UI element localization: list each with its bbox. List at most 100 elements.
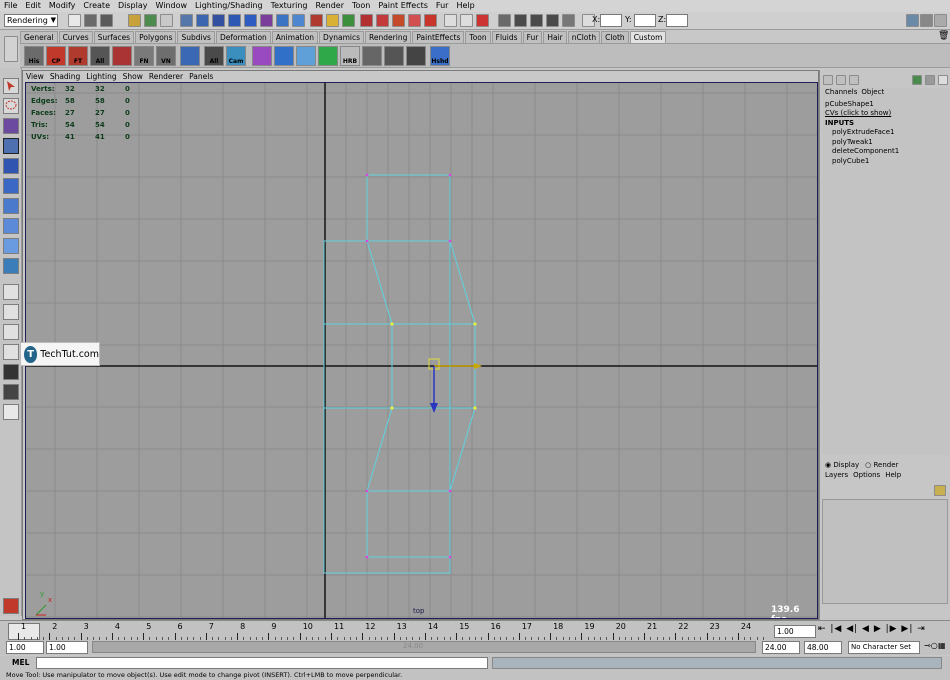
menu-set-dropdown[interactable]: Rendering ▼ xyxy=(4,14,58,27)
menu-help[interactable]: Help xyxy=(452,0,478,12)
input-icon[interactable] xyxy=(444,14,457,27)
shelf-tab-fluids[interactable]: Fluids xyxy=(491,31,522,43)
show-tool-settings-icon[interactable] xyxy=(920,14,933,27)
layer-menu-options[interactable]: Options xyxy=(853,471,880,481)
channel-box-layout-icon-1[interactable] xyxy=(823,75,833,85)
shelf-button-12[interactable] xyxy=(296,46,316,66)
shelf-button-13[interactable] xyxy=(318,46,338,66)
render-current-icon[interactable] xyxy=(514,14,527,27)
menu-edit[interactable]: Edit xyxy=(21,0,45,12)
shelf-tab-dynamics[interactable]: Dynamics xyxy=(319,31,365,43)
trash-icon[interactable]: 🗑 xyxy=(938,31,949,41)
playback-end-field[interactable]: 24.00 xyxy=(762,641,800,654)
current-frame-field[interactable]: 1.00 xyxy=(774,625,816,638)
layer-menu-layers[interactable]: Layers xyxy=(825,471,848,481)
hypershade-icon[interactable] xyxy=(424,14,437,27)
panel-menu-lighting[interactable]: Lighting xyxy=(83,72,119,81)
shelf-menu-icon[interactable] xyxy=(4,36,18,62)
input-node[interactable]: polyCube1 xyxy=(822,157,949,167)
menu-texturing[interactable]: Texturing xyxy=(267,0,312,12)
open-scene-icon[interactable] xyxy=(84,14,97,27)
custom-layout-icon[interactable] xyxy=(3,384,19,400)
input-node[interactable]: polyTweak1 xyxy=(822,138,949,148)
z-field[interactable] xyxy=(666,14,688,27)
shelf-tab-custom[interactable]: Custom xyxy=(629,31,667,43)
mel-input[interactable] xyxy=(36,657,488,669)
history-icon[interactable] xyxy=(360,14,373,27)
last-tool-icon[interactable] xyxy=(3,258,19,274)
select-hierarchy-icon[interactable] xyxy=(128,14,141,27)
shelf-button-2[interactable]: FT xyxy=(68,46,88,66)
shelf-tab-painteffects[interactable]: PaintEffects xyxy=(412,31,465,43)
tool-settings-icon[interactable] xyxy=(938,75,948,85)
select-component-icon[interactable] xyxy=(160,14,173,27)
render-icon[interactable] xyxy=(376,14,389,27)
shelf-tab-curves[interactable]: Curves xyxy=(58,31,93,43)
snap-grid-icon[interactable] xyxy=(310,14,323,27)
show-channel-box-icon[interactable] xyxy=(934,14,947,27)
mask-icon-5[interactable] xyxy=(244,14,257,27)
menu-render[interactable]: Render xyxy=(312,0,348,12)
shelf-tab-general[interactable]: General xyxy=(20,31,58,43)
shelf-button-3[interactable]: All xyxy=(90,46,110,66)
shelf-button-15[interactable] xyxy=(362,46,382,66)
soft-mod-icon[interactable] xyxy=(3,218,19,234)
input-node[interactable]: deleteComponent1 xyxy=(822,147,949,157)
mask-icon-3[interactable] xyxy=(212,14,225,27)
render-settings-icon[interactable] xyxy=(546,14,559,27)
shelf-tab-toon[interactable]: Toon xyxy=(465,31,491,43)
shelf-button-17[interactable] xyxy=(406,46,426,66)
move-tool-icon[interactable] xyxy=(3,138,19,154)
render-view-icon[interactable] xyxy=(498,14,511,27)
shelf-tab-animation[interactable]: Animation xyxy=(271,31,319,43)
shelf-tab-subdivs[interactable]: Subdivs xyxy=(177,31,215,43)
mask-icon-7[interactable] xyxy=(276,14,289,27)
snap-curve-icon[interactable] xyxy=(326,14,339,27)
persp-outliner-layout-icon[interactable] xyxy=(3,324,19,340)
menu-fur[interactable]: Fur xyxy=(432,0,453,12)
panel-menu-view[interactable]: View xyxy=(23,72,47,81)
four-view-layout-icon[interactable] xyxy=(3,304,19,320)
panel-menu-panels[interactable]: Panels xyxy=(186,72,216,81)
y-field[interactable] xyxy=(634,14,656,27)
output-icon[interactable] xyxy=(460,14,473,27)
shelf-button-11[interactable] xyxy=(274,46,294,66)
panel-menu-show[interactable]: Show xyxy=(120,72,146,81)
menu-toon[interactable]: Toon xyxy=(348,0,374,12)
scale-tool-icon[interactable] xyxy=(3,178,19,194)
shelf-button-16[interactable] xyxy=(384,46,404,66)
render-radio[interactable]: ○ Render xyxy=(865,461,898,471)
cvs-toggle[interactable]: CVs (click to show) xyxy=(822,109,949,119)
shelf-button-9[interactable]: Cam xyxy=(226,46,246,66)
new-scene-icon[interactable] xyxy=(68,14,81,27)
layout-options-icon[interactable] xyxy=(3,404,19,420)
attribute-editor-icon[interactable] xyxy=(925,75,935,85)
shelf-button-5[interactable]: FN xyxy=(134,46,154,66)
paint-select-tool-icon[interactable] xyxy=(3,118,19,134)
lasso-tool-icon[interactable] xyxy=(3,98,19,114)
shelf-button-6[interactable]: VN xyxy=(156,46,176,66)
hypershade-window-icon[interactable] xyxy=(562,14,575,27)
menu-modify[interactable]: Modify xyxy=(45,0,80,12)
menu-create[interactable]: Create xyxy=(79,0,114,12)
shelf-button-14[interactable]: HRB xyxy=(340,46,360,66)
single-perspective-layout-icon[interactable] xyxy=(3,284,19,300)
show-attribute-editor-icon[interactable] xyxy=(906,14,919,27)
shelf-button-8[interactable]: All xyxy=(204,46,224,66)
layer-menu-help[interactable]: Help xyxy=(885,471,901,481)
menu-lightingshading[interactable]: Lighting/Shading xyxy=(191,0,267,12)
select-object-icon[interactable] xyxy=(144,14,157,27)
shelf-button-10[interactable] xyxy=(252,46,272,66)
select-tool-icon[interactable] xyxy=(3,78,19,94)
menu-file[interactable]: File xyxy=(0,0,21,12)
render-ipr-icon[interactable] xyxy=(530,14,543,27)
persp-graph-layout-icon[interactable] xyxy=(3,344,19,360)
channel-box-layout-icon-3[interactable] xyxy=(849,75,859,85)
new-layer-icon[interactable] xyxy=(934,485,946,496)
mask-icon-8[interactable] xyxy=(292,14,305,27)
rotate-tool-icon[interactable] xyxy=(3,158,19,174)
mask-icon-2[interactable] xyxy=(196,14,209,27)
menu-window[interactable]: Window xyxy=(152,0,192,12)
display-radio[interactable]: ◉ Display xyxy=(825,461,859,471)
end-time-field[interactable]: 48.00 xyxy=(804,641,842,654)
